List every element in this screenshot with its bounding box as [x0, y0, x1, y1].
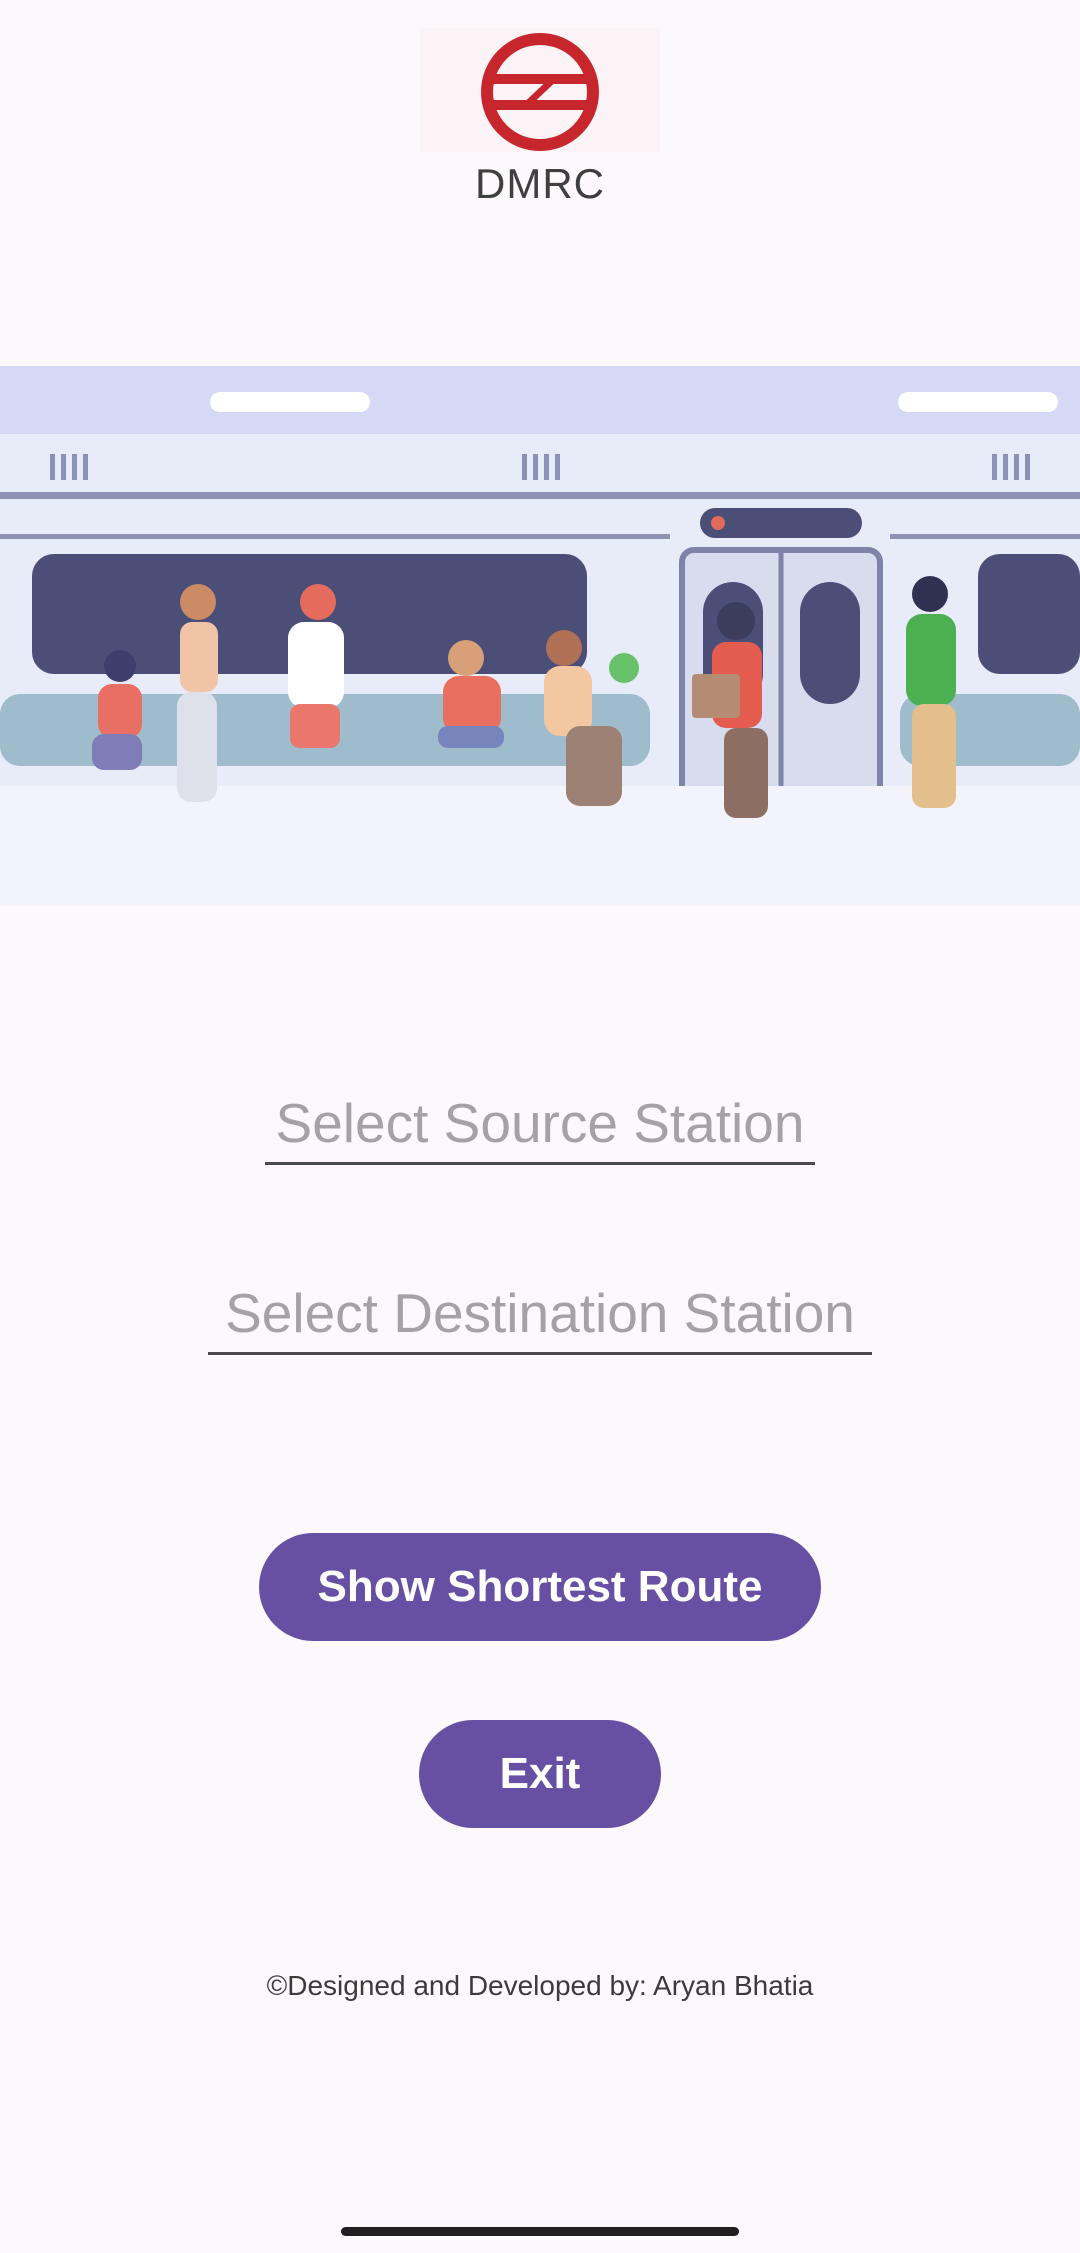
- source-station-field[interactable]: Select Source Station: [265, 1093, 815, 1165]
- app-name: DMRC: [475, 160, 605, 207]
- app-logo: [420, 28, 660, 152]
- show-shortest-route-button[interactable]: Show Shortest Route: [259, 1533, 821, 1641]
- home-indicator[interactable]: [341, 2227, 739, 2236]
- dmrc-logo-icon: [481, 33, 599, 151]
- metro-hero-image: [0, 366, 1080, 906]
- destination-station-field[interactable]: Select Destination Station: [208, 1283, 872, 1355]
- exit-button[interactable]: Exit: [419, 1720, 661, 1828]
- developer-credit: ©Designed and Developed by: Aryan Bhatia: [266, 1970, 814, 2001]
